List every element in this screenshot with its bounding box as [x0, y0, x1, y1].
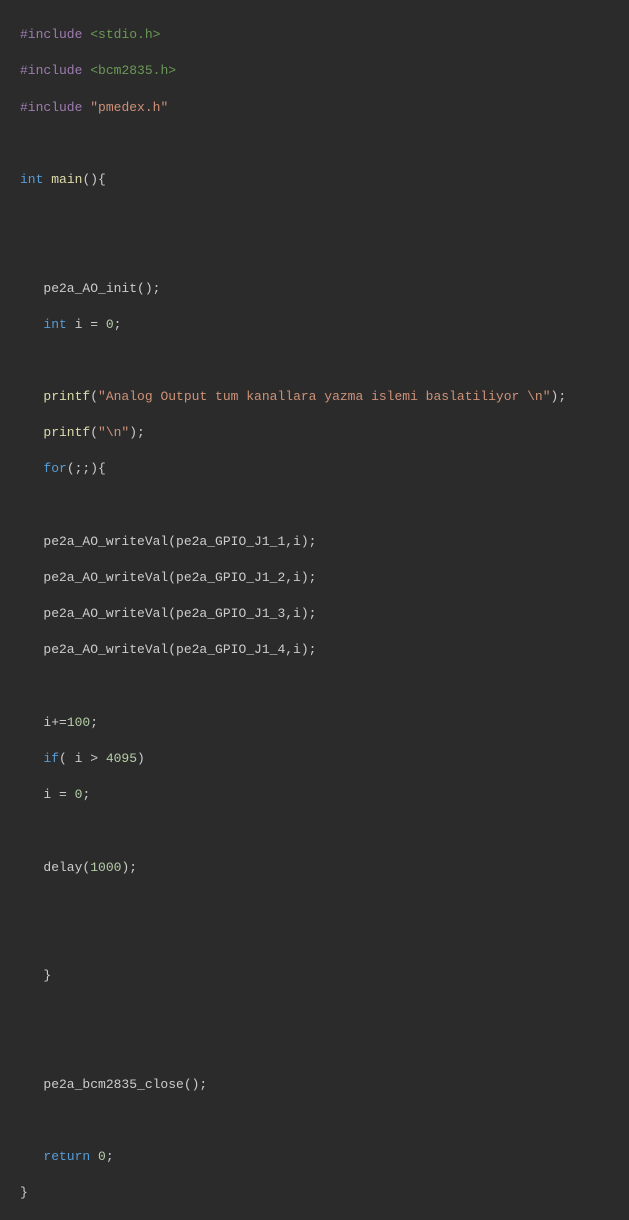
preprocessor-directive: #include [20, 63, 82, 78]
semicolon: ; [114, 317, 122, 332]
keyword: if [43, 751, 59, 766]
brace: } [20, 1185, 28, 1200]
code-line [0, 678, 629, 696]
include-path: <bcm2835.h> [90, 63, 176, 78]
brace: } [43, 968, 51, 983]
code-line: printf("\n"); [0, 424, 629, 442]
semicolon: ; [82, 787, 90, 802]
code-line: return 0; [0, 1148, 629, 1166]
indent [20, 317, 43, 332]
indent [20, 968, 43, 983]
code-line: delay(1000); [0, 859, 629, 877]
code-line [0, 135, 629, 153]
include-path: "pmedex.h" [90, 100, 168, 115]
type-keyword: int [20, 172, 43, 187]
preprocessor-directive: #include [20, 100, 82, 115]
number-literal: 100 [67, 715, 90, 730]
code-line [0, 822, 629, 840]
indent [20, 534, 43, 549]
function-call: pe2a_AO_init(); [43, 281, 160, 296]
code-line: } [0, 1184, 629, 1202]
code-line [0, 1112, 629, 1130]
code-line: printf("Analog Output tum kanallara yazm… [0, 388, 629, 406]
function-name: main [51, 172, 82, 187]
indent [20, 606, 43, 621]
code-line: #include <bcm2835.h> [0, 62, 629, 80]
string-literal: "\n" [98, 425, 129, 440]
space [90, 1149, 98, 1164]
code-line [0, 1003, 629, 1021]
code-line [0, 497, 629, 515]
paren: ( [90, 425, 98, 440]
number-literal: 0 [106, 317, 114, 332]
expr: i = [43, 787, 74, 802]
indent [20, 281, 43, 296]
code-line: int main(){ [0, 171, 629, 189]
type-keyword: int [43, 317, 66, 332]
code-line: int i = 0; [0, 316, 629, 334]
indent [20, 570, 43, 585]
code-line: i+=100; [0, 714, 629, 732]
code-line: pe2a_AO_writeVal(pe2a_GPIO_J1_2,i); [0, 569, 629, 587]
code-block: #include <stdio.h> #include <bcm2835.h> … [0, 8, 629, 1220]
code-line [0, 243, 629, 261]
number-literal: 0 [98, 1149, 106, 1164]
code-line [0, 895, 629, 913]
params: (){ [82, 172, 105, 187]
expr: i+= [43, 715, 66, 730]
indent [20, 751, 43, 766]
number-literal: 1000 [90, 860, 121, 875]
code-line: } [0, 967, 629, 985]
semicolon: ; [106, 1149, 114, 1164]
code-line: pe2a_AO_writeVal(pe2a_GPIO_J1_4,i); [0, 641, 629, 659]
code-line [0, 352, 629, 370]
semicolon: ; [90, 715, 98, 730]
code-line: if( i > 4095) [0, 750, 629, 768]
number-literal: 0 [75, 787, 83, 802]
number-literal: 4095 [106, 751, 137, 766]
code-line: #include <stdio.h> [0, 26, 629, 44]
function-name: printf [43, 389, 90, 404]
keyword: return [43, 1149, 90, 1164]
code-line: #include "pmedex.h" [0, 99, 629, 117]
paren: ); [129, 425, 145, 440]
indent [20, 1077, 43, 1092]
paren: ); [551, 389, 567, 404]
paren: ) [137, 751, 145, 766]
function-name: printf [43, 425, 90, 440]
indent [20, 787, 43, 802]
include-path: <stdio.h> [90, 27, 160, 42]
code-line [0, 931, 629, 949]
indent [20, 860, 43, 875]
indent [20, 1149, 43, 1164]
code-line [0, 1039, 629, 1057]
function-call: pe2a_AO_writeVal(pe2a_GPIO_J1_3,i); [43, 606, 316, 621]
function-call: pe2a_AO_writeVal(pe2a_GPIO_J1_2,i); [43, 570, 316, 585]
indent [20, 461, 43, 476]
function-call: delay( [43, 860, 90, 875]
indent [20, 715, 43, 730]
function-call: pe2a_bcm2835_close(); [43, 1077, 207, 1092]
code-line [0, 207, 629, 225]
code-line: pe2a_AO_init(); [0, 280, 629, 298]
paren: ( [90, 389, 98, 404]
code-line: pe2a_bcm2835_close(); [0, 1076, 629, 1094]
code-line: pe2a_AO_writeVal(pe2a_GPIO_J1_1,i); [0, 533, 629, 551]
var-decl: i = [67, 317, 106, 332]
for-cond: (;;){ [67, 461, 106, 476]
code-line: i = 0; [0, 786, 629, 804]
function-call: pe2a_AO_writeVal(pe2a_GPIO_J1_4,i); [43, 642, 316, 657]
preprocessor-directive: #include [20, 27, 82, 42]
indent [20, 642, 43, 657]
indent [20, 425, 43, 440]
string-literal: "Analog Output tum kanallara yazma islem… [98, 389, 550, 404]
paren: ); [121, 860, 137, 875]
if-cond: ( i > [59, 751, 106, 766]
code-line: for(;;){ [0, 460, 629, 478]
function-call: pe2a_AO_writeVal(pe2a_GPIO_J1_1,i); [43, 534, 316, 549]
keyword: for [43, 461, 66, 476]
indent [20, 389, 43, 404]
code-line: pe2a_AO_writeVal(pe2a_GPIO_J1_3,i); [0, 605, 629, 623]
